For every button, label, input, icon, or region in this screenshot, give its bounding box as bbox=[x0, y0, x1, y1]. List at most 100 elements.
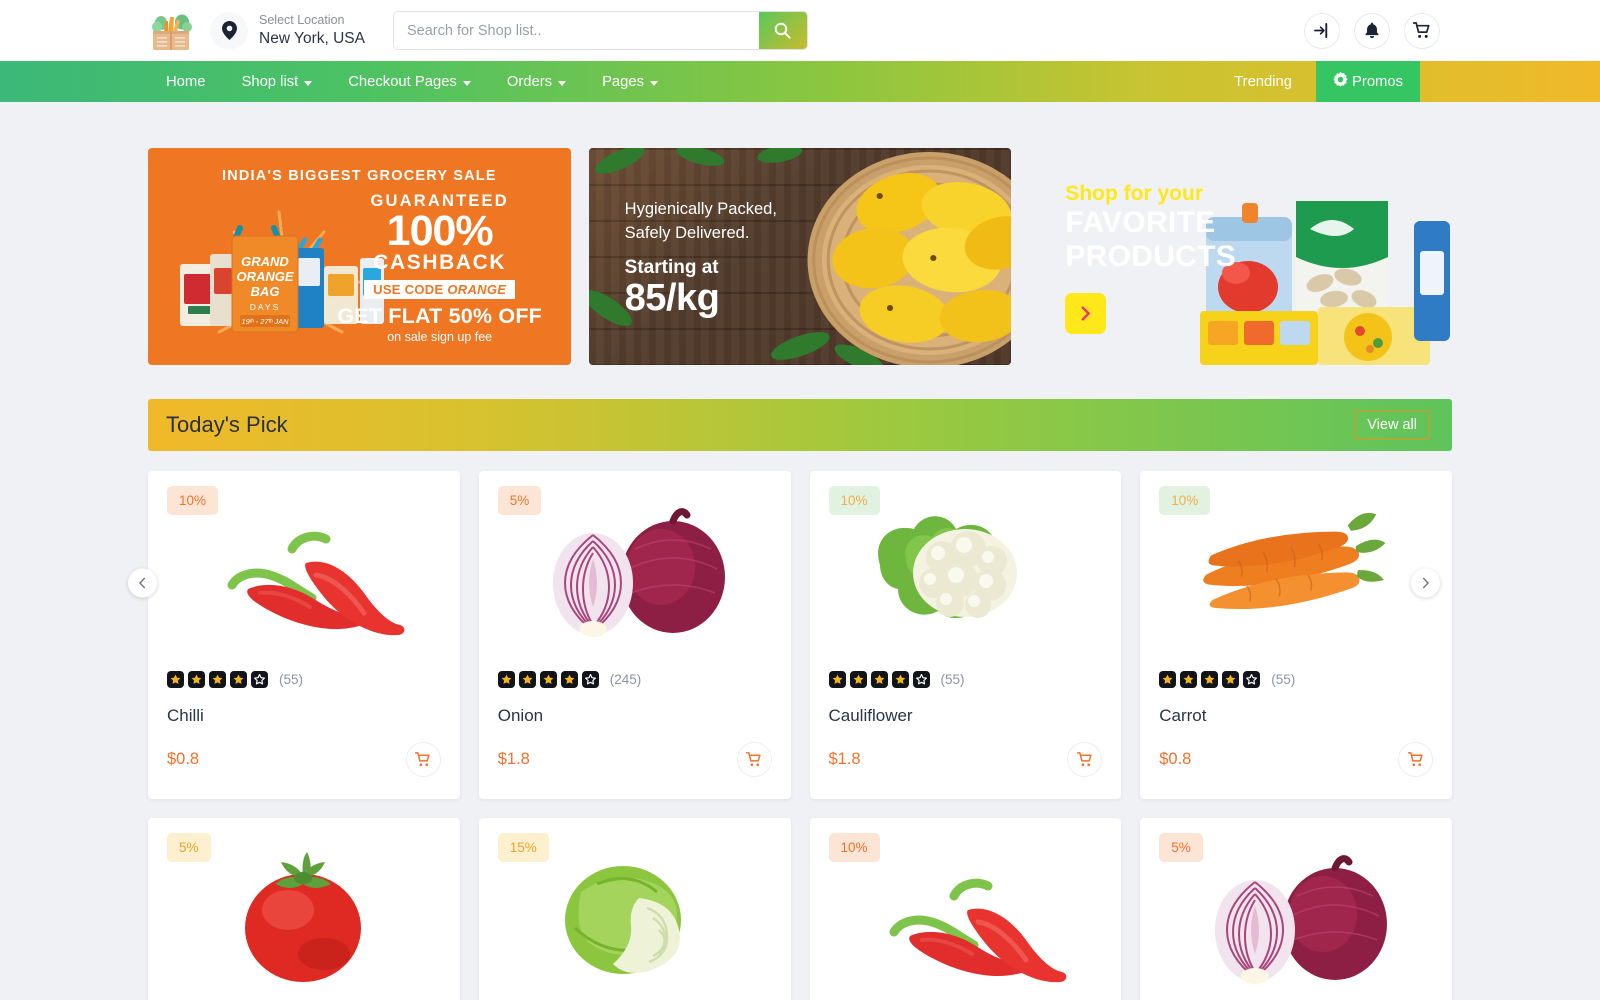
nav-item-orders[interactable]: Orders bbox=[489, 61, 584, 102]
bottle-blue bbox=[1414, 221, 1451, 341]
promo-banner-carousel: INDIA'S BIGGEST GROCERY SALE GRAND ORANG… bbox=[148, 148, 1452, 365]
product-card[interactable]: 5% bbox=[478, 471, 791, 799]
product-card[interactable]: 10% (55) Chilli $0.8 bbox=[148, 471, 460, 799]
login-icon[interactable] bbox=[1304, 12, 1340, 49]
shopping-cart-icon[interactable] bbox=[1404, 12, 1440, 49]
nav-trending-label: Trending bbox=[1234, 73, 1293, 90]
add-to-cart-button[interactable] bbox=[736, 742, 772, 777]
product-rating: (55) bbox=[167, 671, 441, 688]
nav-item-label: Orders bbox=[506, 73, 553, 90]
rating-count: (55) bbox=[1271, 672, 1296, 687]
star-filled-icon bbox=[1222, 671, 1240, 688]
star-filled-icon bbox=[870, 671, 888, 688]
product-rating: (55) bbox=[1159, 671, 1433, 688]
product-card[interactable]: 10% bbox=[1140, 471, 1452, 799]
location-selector[interactable]: Select Location New York, USA bbox=[210, 11, 365, 50]
banner-line-2: Safely Delivered. bbox=[624, 223, 750, 242]
product-card[interactable]: 5% bbox=[1140, 818, 1452, 1000]
view-all-button[interactable]: View all bbox=[1354, 410, 1430, 440]
product-image-area: 10% bbox=[810, 471, 1122, 671]
product-price-row: $0.8 bbox=[167, 742, 441, 777]
banner-favorite-products[interactable]: Shop for your FAVORITE PRODUCTS bbox=[1029, 148, 1452, 365]
certificate-badge-icon bbox=[1333, 72, 1348, 91]
star-filled-icon bbox=[167, 671, 184, 688]
star-filled-icon bbox=[1201, 671, 1219, 688]
cart-icon bbox=[415, 752, 430, 767]
product-price: $1.8 bbox=[828, 750, 861, 768]
grocery-basket-logo[interactable] bbox=[148, 10, 194, 52]
cart-icon bbox=[1407, 752, 1423, 767]
search-bar[interactable] bbox=[392, 11, 808, 50]
page-title: Today's Pick bbox=[166, 412, 288, 437]
onion-image bbox=[553, 507, 726, 637]
search-input[interactable] bbox=[393, 12, 759, 49]
svg-text:BAG: BAG bbox=[251, 284, 280, 299]
product-image-area: 10% bbox=[1140, 471, 1452, 671]
product-image bbox=[1189, 489, 1404, 654]
product-image-area: 5% bbox=[1140, 818, 1452, 1000]
product-image-area: 10% bbox=[810, 818, 1122, 1000]
carousel-next-button[interactable] bbox=[1411, 568, 1440, 598]
star-filled-icon bbox=[539, 671, 557, 688]
product-image bbox=[527, 489, 742, 654]
notification-bell-icon[interactable] bbox=[1354, 12, 1390, 49]
banner-price: 85/kg bbox=[624, 276, 720, 319]
product-card[interactable]: 15% bbox=[478, 818, 791, 1000]
product-rating: (245) bbox=[497, 671, 772, 688]
product-card[interactable]: 10% bbox=[809, 818, 1122, 1000]
nav-promos-label: Promos bbox=[1352, 73, 1403, 90]
product-image-area: 5% bbox=[148, 818, 460, 1000]
carousel-prev-button[interactable] bbox=[128, 568, 157, 598]
search-button[interactable] bbox=[758, 12, 807, 49]
banner-line-1: Shop for your bbox=[1065, 182, 1204, 205]
cart-icon bbox=[746, 752, 761, 767]
rating-count: (55) bbox=[940, 672, 965, 687]
header-icon-group bbox=[1304, 12, 1440, 49]
nav-item-label: Home bbox=[166, 73, 206, 90]
banner-mango-delivery[interactable]: Hygienically Packed, Safely Delivered. S… bbox=[588, 148, 1012, 365]
add-to-cart-button[interactable] bbox=[1067, 742, 1103, 777]
page-root: Select Location New York, USA Search for… bbox=[0, 0, 1600, 1000]
banner-line-1: Hygienically Packed, bbox=[624, 200, 777, 218]
star-filled-icon bbox=[1180, 671, 1198, 688]
chilli-image bbox=[889, 878, 1067, 982]
add-to-cart-button[interactable] bbox=[1398, 742, 1433, 777]
search-icon bbox=[775, 22, 792, 39]
product-image-area: 15% bbox=[479, 818, 791, 1000]
nav-item-home[interactable]: Home bbox=[148, 61, 223, 102]
product-card-body: (55) Carrot $0.8 bbox=[1140, 671, 1452, 799]
product-image bbox=[858, 836, 1073, 1000]
product-image bbox=[196, 836, 411, 1000]
banner-cashback-text: CASHBACK bbox=[373, 250, 507, 274]
discount-badge: 10% bbox=[1159, 486, 1211, 515]
nav-item-checkout-pages[interactable]: Checkout Pages bbox=[330, 61, 489, 102]
product-card[interactable]: 10% bbox=[809, 471, 1122, 799]
banner-grocery-sale[interactable]: INDIA'S BIGGEST GROCERY SALE GRAND ORANG… bbox=[148, 148, 571, 365]
tomato-image bbox=[245, 851, 362, 982]
product-image bbox=[196, 489, 411, 654]
product-card-body: (245) Onion $1.8 bbox=[479, 671, 791, 799]
product-name: Chilli bbox=[167, 706, 204, 725]
product-card-body: (55) Chilli $0.8 bbox=[148, 671, 460, 799]
todays-pick-section-header: Today's Pick View all bbox=[148, 399, 1452, 451]
product-card[interactable]: 5% bbox=[148, 818, 460, 1000]
banner-subtext: on sale sign up fee bbox=[387, 329, 493, 344]
add-to-cart-button[interactable] bbox=[405, 742, 441, 777]
product-image bbox=[1189, 836, 1404, 1000]
nav-item-promos[interactable]: Promos bbox=[1316, 61, 1420, 102]
banner-cta-button[interactable] bbox=[1065, 293, 1107, 334]
product-name: Carrot bbox=[1159, 706, 1207, 725]
product-price-row: $1.8 bbox=[498, 742, 772, 777]
nav-item-pages[interactable]: Pages bbox=[584, 61, 676, 102]
nav-item-trending[interactable]: Trending bbox=[1210, 61, 1316, 102]
svg-text:19ᵗʰ - 27ᵗʰ JAN: 19ᵗʰ - 27ᵗʰ JAN bbox=[241, 317, 289, 326]
banner-headline: INDIA'S BIGGEST GROCERY SALE bbox=[221, 168, 497, 184]
product-image bbox=[858, 489, 1073, 654]
star-filled-icon bbox=[891, 671, 909, 688]
banner-starting-at: Starting at bbox=[624, 256, 719, 278]
cabbage-image bbox=[565, 865, 682, 974]
chevron-right-icon bbox=[1422, 577, 1429, 589]
nav-item-shop-list[interactable]: Shop list bbox=[223, 61, 330, 102]
chevron-down-icon bbox=[304, 80, 313, 86]
nav-item-label: Shop list bbox=[241, 73, 299, 90]
